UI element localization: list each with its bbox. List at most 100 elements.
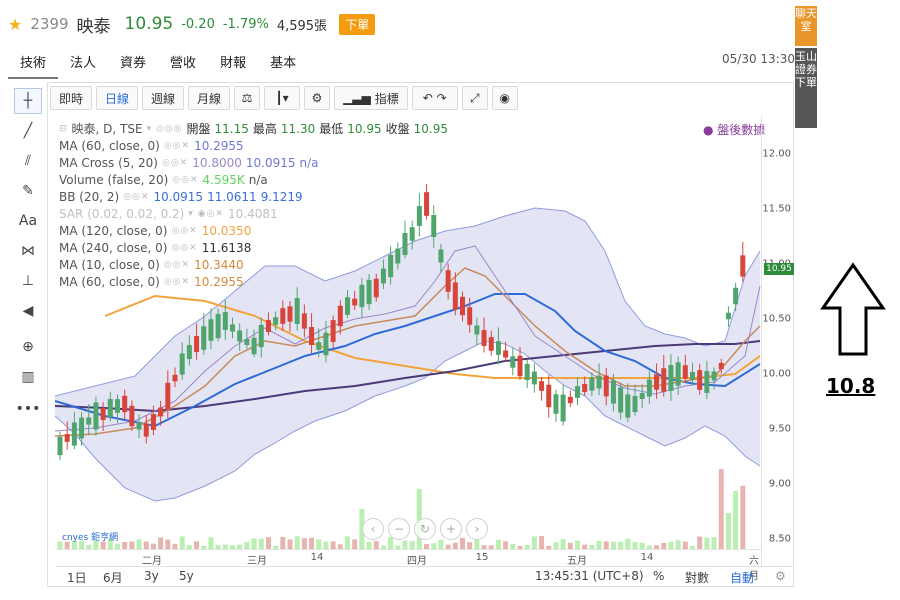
tab-fundamentals[interactable]: 基本 xyxy=(258,50,308,79)
volume-bar xyxy=(179,536,185,549)
ruler-icon[interactable]: ▥ xyxy=(14,364,42,390)
volume-bar xyxy=(265,537,271,549)
log-scale-button[interactable]: 對數 xyxy=(685,569,709,586)
weekly-button[interactable]: 週線 xyxy=(142,86,185,110)
x-tick: 五月 xyxy=(567,556,587,567)
trend-line-tool-icon[interactable]: ╱ xyxy=(14,118,42,144)
back-arrow-icon[interactable]: ◀ xyxy=(14,298,42,324)
order-button[interactable]: 下單 xyxy=(339,13,376,35)
price-chart[interactable] xyxy=(55,116,761,549)
volume-bar xyxy=(316,539,322,549)
undo-redo-icon[interactable]: ↶ ↷ xyxy=(411,86,458,110)
zoom-out-icon[interactable]: − xyxy=(388,518,410,540)
indicators-button[interactable]: ▁▃▅ 指標 xyxy=(334,86,408,110)
reset-icon[interactable]: ↻ xyxy=(414,518,436,540)
volume-bar xyxy=(495,539,501,549)
broker-order-tab[interactable]: 玉山證券下單 xyxy=(795,48,817,128)
candle-body xyxy=(337,305,343,327)
candle-body xyxy=(725,312,731,320)
scroll-left-icon[interactable]: ‹ xyxy=(362,518,384,540)
candle-body xyxy=(517,355,523,377)
candle-body xyxy=(71,422,77,446)
range-6m-button[interactable]: 6月 xyxy=(103,569,123,586)
y-tick: 12.00 xyxy=(762,148,791,160)
candle-body xyxy=(452,282,458,310)
stock-price: 10.95 xyxy=(124,14,174,34)
candle-body xyxy=(618,387,624,413)
y-tick: 8.50 xyxy=(768,533,791,545)
more-tools-icon[interactable]: ••• xyxy=(14,396,42,422)
chat-room-label: 聊天室 xyxy=(795,7,817,33)
fullscreen-icon[interactable]: ⤢ xyxy=(461,86,488,110)
volume-bar xyxy=(467,542,473,549)
tab-financials[interactable]: 財報 xyxy=(208,50,258,79)
auto-scale-button[interactable]: 自動 xyxy=(730,569,754,586)
candle-body xyxy=(733,287,739,305)
intraday-button[interactable]: 即時 xyxy=(50,86,93,110)
volume-bar xyxy=(539,536,545,549)
candle-body xyxy=(524,363,530,381)
compare-scale-icon[interactable]: ⚖ xyxy=(234,86,261,110)
volume-bar xyxy=(287,539,293,549)
candle-body xyxy=(359,284,365,308)
candle-body xyxy=(79,417,85,439)
percent-scale-button[interactable]: % xyxy=(653,569,664,583)
camera-icon[interactable]: ◉ xyxy=(491,86,518,110)
x-tick: 三月 xyxy=(247,556,267,567)
time-axis[interactable]: 二月 三月 14 四月 15 五月 14 六月 xyxy=(55,549,761,582)
volume-bar xyxy=(158,537,164,549)
candle-body xyxy=(345,297,350,315)
candle-body xyxy=(560,394,566,422)
candle-body xyxy=(86,417,92,425)
range-3y-button[interactable]: 3y xyxy=(144,569,159,583)
star-icon[interactable]: ★ xyxy=(8,15,22,34)
zoom-in-nav-icon[interactable]: + xyxy=(440,518,462,540)
range-5y-button[interactable]: 5y xyxy=(179,569,194,583)
chart-settings-icon[interactable]: ⚙ xyxy=(775,569,786,583)
zoom-in-icon[interactable]: ⊕ xyxy=(14,334,42,360)
brush-tool-icon[interactable]: ✎ xyxy=(14,178,42,204)
candle-body xyxy=(179,353,185,375)
text-tool-icon[interactable]: Aa xyxy=(14,208,42,234)
candle-body xyxy=(373,278,379,298)
tab-revenue[interactable]: 營收 xyxy=(158,50,208,79)
candle-body xyxy=(690,372,695,380)
volume-bar xyxy=(711,537,717,549)
candle-body xyxy=(143,423,149,437)
candle-body xyxy=(215,313,221,339)
monthly-button[interactable]: 月線 xyxy=(188,86,231,110)
x-tick: 14 xyxy=(310,552,324,563)
volume-bar xyxy=(718,469,724,549)
x-tick: 14 xyxy=(640,552,654,563)
candle-body xyxy=(625,394,631,418)
tab-margin[interactable]: 資券 xyxy=(108,50,158,79)
fib-tool-icon[interactable]: ⫽ xyxy=(14,148,42,174)
candle-body xyxy=(567,396,573,404)
y-tick: 9.50 xyxy=(768,423,791,435)
candle-body xyxy=(107,398,113,418)
candle-type-icon[interactable]: ┃▾ xyxy=(264,86,301,110)
y-tick: 9.00 xyxy=(768,478,791,490)
scroll-right-icon[interactable]: › xyxy=(466,518,488,540)
candle-body xyxy=(718,362,724,370)
tab-technical[interactable]: 技術 xyxy=(8,50,59,79)
candle-body xyxy=(129,405,135,427)
pattern-tool-icon[interactable]: ⋈ xyxy=(14,238,42,264)
chat-room-tab[interactable]: 聊天室 xyxy=(795,6,817,46)
range-1d-button[interactable]: 1日 xyxy=(67,569,87,586)
volume-bar xyxy=(143,541,149,549)
volume-bar xyxy=(323,541,329,549)
measure-tool-icon[interactable]: ⊥ xyxy=(14,268,42,294)
candle-body xyxy=(510,356,516,368)
after-hours-label[interactable]: ● 盤後數據 xyxy=(703,121,765,138)
daily-button[interactable]: 日線 xyxy=(96,86,139,110)
candle-body xyxy=(675,362,681,386)
stock-name: 映泰 xyxy=(76,16,111,37)
settings-gear-icon[interactable]: ⚙ xyxy=(304,86,331,110)
crosshair-tool-icon[interactable]: ┼ xyxy=(14,88,42,114)
candle-body xyxy=(265,320,271,332)
candle-body xyxy=(273,317,279,325)
price-axis[interactable]: 12.00 11.50 11.00 10.50 10.00 9.50 9.00 … xyxy=(761,116,794,566)
tab-institutional[interactable]: 法人 xyxy=(58,50,108,79)
candle-body xyxy=(388,254,394,278)
